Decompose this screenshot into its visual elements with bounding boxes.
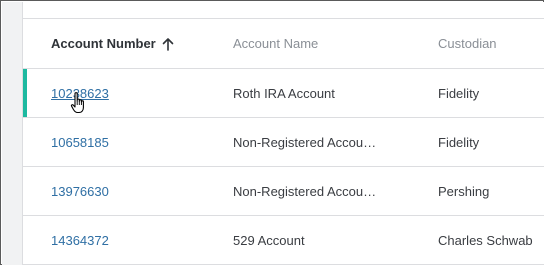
- account-name: 529 Account: [233, 232, 305, 248]
- account-name: Non-Registered Accou…: [233, 134, 377, 150]
- account-number-link[interactable]: 13976630: [51, 184, 109, 199]
- custodian: Pershing: [438, 183, 490, 199]
- column-header-label: Custodian: [438, 36, 497, 51]
- table-row[interactable]: 14364372 529 Account Charles Schwab: [23, 216, 544, 265]
- custodian: Fidelity: [438, 134, 480, 150]
- custodian: Fidelity: [438, 85, 480, 101]
- column-header-label: Account Name: [233, 36, 319, 51]
- column-header-account-name[interactable]: Account Name: [233, 19, 318, 68]
- account-number-link[interactable]: 10658185: [51, 135, 109, 150]
- table-row[interactable]: 13976630 Non-Registered Accou… Pershing: [23, 167, 544, 216]
- account-name: Roth IRA Account: [233, 85, 335, 101]
- left-gutter: [2, 2, 23, 265]
- custodian: Charles Schwab: [438, 232, 533, 248]
- column-header-custodian[interactable]: Custodian: [438, 19, 497, 68]
- account-name: Non-Registered Accou…: [233, 183, 377, 199]
- table-header-row: Account Number Account Name Custodian: [23, 19, 544, 69]
- table-row-selected[interactable]: 10238623 Roth IRA Account Fidelity: [23, 69, 544, 118]
- account-number-link[interactable]: 14364372: [51, 233, 109, 248]
- arrow-up-icon: [162, 37, 174, 51]
- table-top-strip: [23, 2, 544, 19]
- selected-row-indicator: [23, 69, 27, 117]
- column-header-account-number[interactable]: Account Number: [51, 19, 174, 68]
- column-header-label: Account Number: [51, 36, 156, 51]
- window-frame: Account Number Account Name Custodian 10…: [0, 0, 544, 265]
- hand-pointer-icon: [70, 92, 84, 114]
- accounts-table: Account Number Account Name Custodian 10…: [23, 2, 544, 265]
- table-row[interactable]: 10658185 Non-Registered Accou… Fidelity: [23, 118, 544, 167]
